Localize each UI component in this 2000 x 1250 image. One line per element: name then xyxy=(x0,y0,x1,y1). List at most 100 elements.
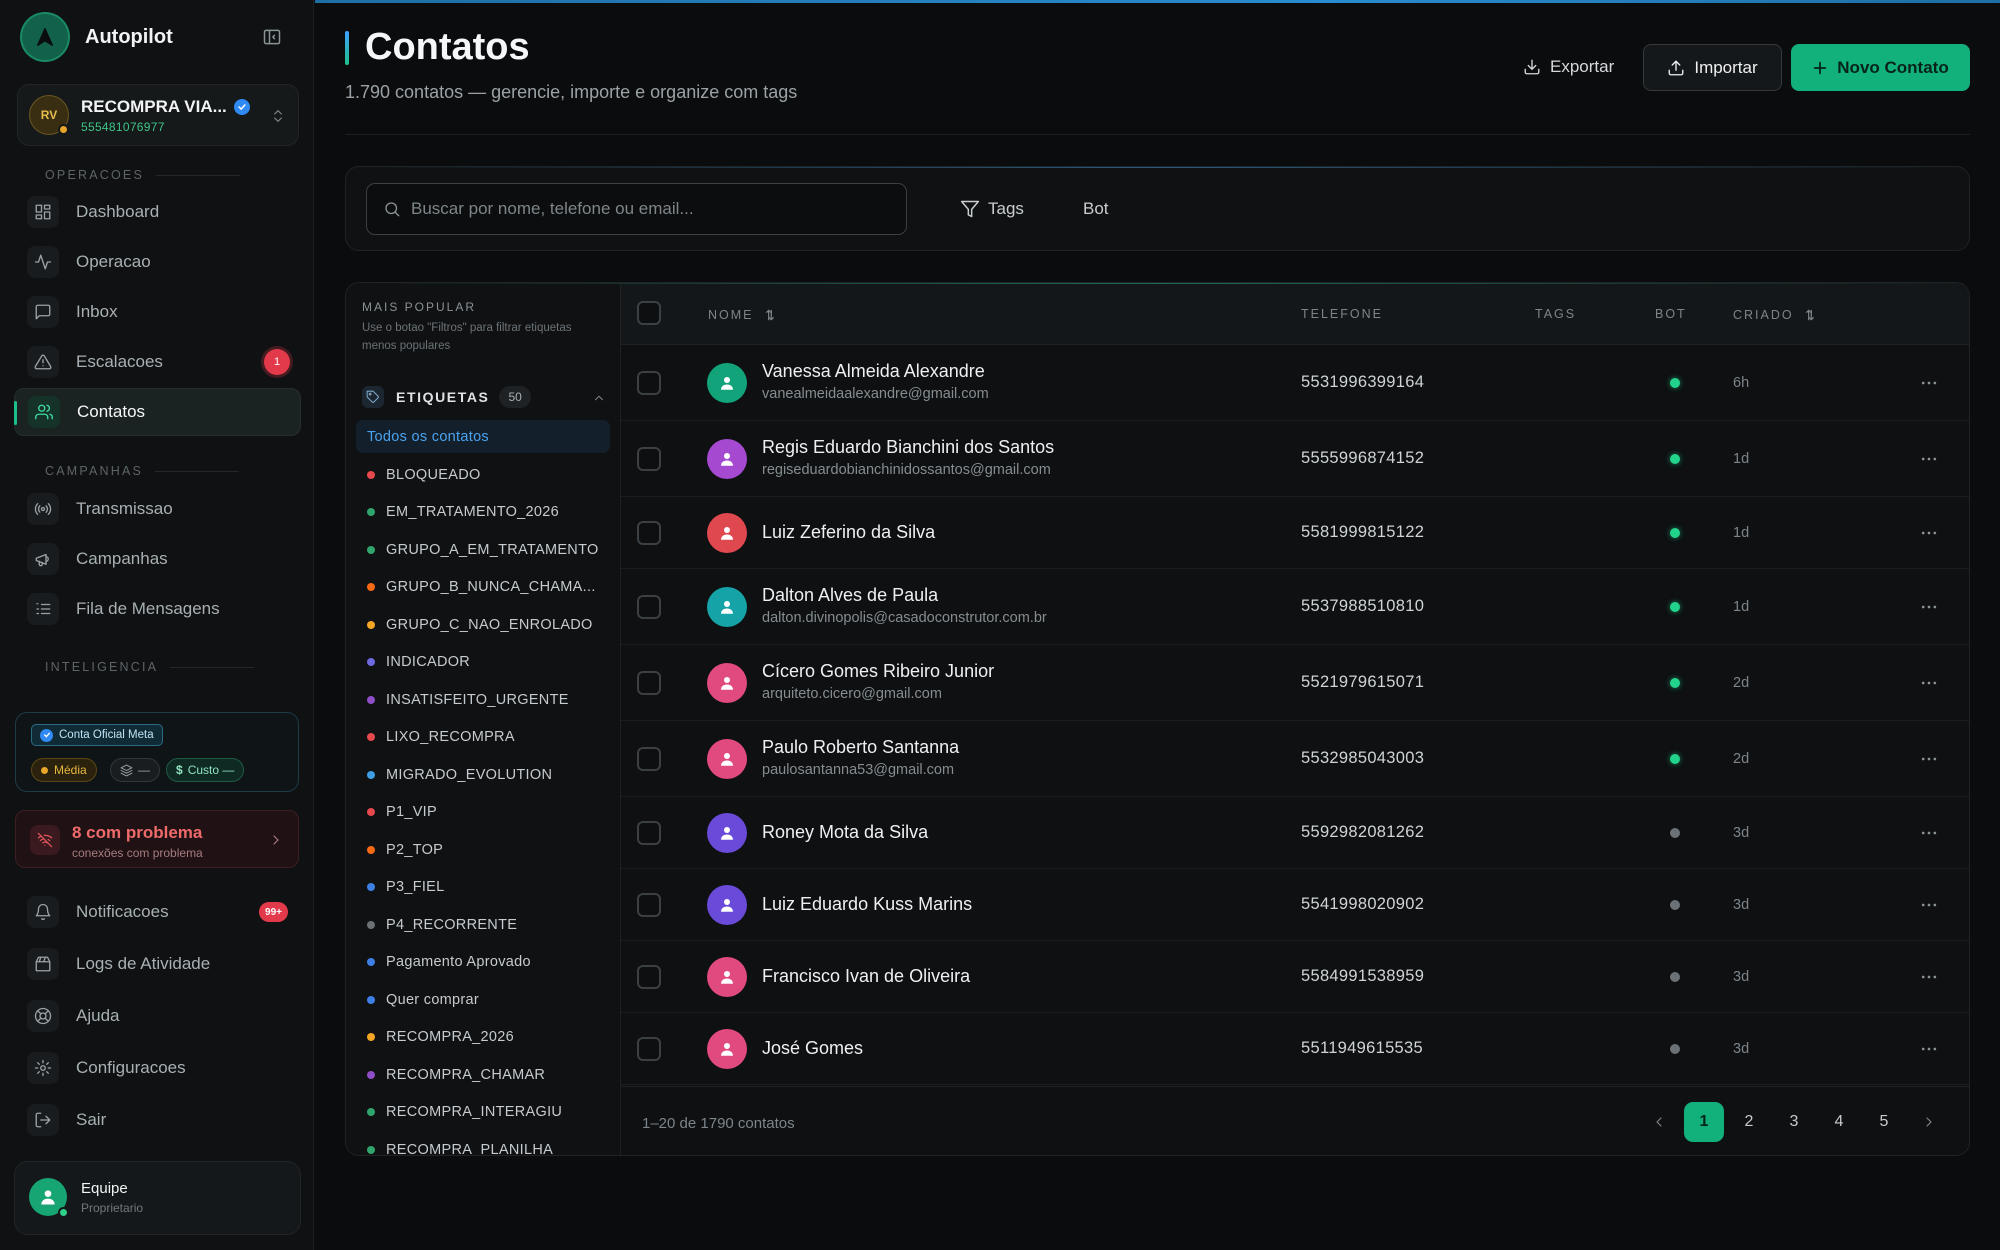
tag-item[interactable]: RECOMPRA_CHAMAR xyxy=(356,1056,610,1094)
tag-all-contacts[interactable]: Todos os contatos xyxy=(356,420,610,453)
escalacoes-badge: 1 xyxy=(264,349,290,375)
nav-dashboard[interactable]: Dashboard xyxy=(14,188,301,236)
nav-contatos[interactable]: Contatos xyxy=(14,388,301,436)
search-input[interactable] xyxy=(411,199,871,219)
nav-escalacoes[interactable]: Escalacoes 1 xyxy=(14,338,301,386)
row-checkbox[interactable] xyxy=(637,1037,661,1061)
contact-name[interactable]: Vanessa Almeida Alexandre xyxy=(762,361,985,382)
contact-name[interactable]: Luiz Zeferino da Silva xyxy=(762,522,935,543)
row-checkbox[interactable] xyxy=(637,521,661,545)
prev-page-button[interactable] xyxy=(1639,1102,1679,1142)
more-options-icon[interactable] xyxy=(1919,449,1939,469)
bot-filter-button[interactable]: Bot xyxy=(1083,193,1109,225)
table-row[interactable]: Roney Mota da Silva 5592982081262 3d xyxy=(621,797,1969,869)
table-row[interactable]: Francisco Ivan de Oliveira 5584991538959 3… xyxy=(621,941,1969,1013)
tag-item[interactable]: GRUPO_C_NAO_ENROLADO xyxy=(356,606,610,644)
col-name-header[interactable]: NOME xyxy=(708,307,778,323)
nav-logs[interactable]: Logs de Atividade xyxy=(14,940,301,988)
tag-item[interactable]: GRUPO_B_NUNCA_CHAMA... xyxy=(356,569,610,607)
row-checkbox[interactable] xyxy=(637,447,661,471)
account-switcher[interactable]: RV RECOMPRA VIA... 555481076977 xyxy=(17,84,299,146)
row-checkbox[interactable] xyxy=(637,965,661,989)
etiquetas-header[interactable]: ETIQUETAS 50 xyxy=(362,382,606,412)
tag-item[interactable]: MIGRADO_EVOLUTION xyxy=(356,756,610,794)
contact-name[interactable]: Regis Eduardo Bianchini dos Santos xyxy=(762,437,1054,458)
more-options-icon[interactable] xyxy=(1919,523,1939,543)
table-row[interactable]: Cícero Gomes Ribeiro Junior arquiteto.cic… xyxy=(621,645,1969,721)
tag-item[interactable]: P3_FIEL xyxy=(356,869,610,907)
row-checkbox[interactable] xyxy=(637,371,661,395)
export-button[interactable]: Exportar xyxy=(1508,45,1629,89)
table-row[interactable]: Vanessa Almeida Alexandre vanealmeidaalex… xyxy=(621,345,1969,421)
tag-item[interactable]: P2_TOP xyxy=(356,831,610,869)
tag-item[interactable]: P1_VIP xyxy=(356,794,610,832)
nav-inbox[interactable]: Inbox xyxy=(14,288,301,336)
brand[interactable]: Autopilot xyxy=(22,14,173,60)
row-checkbox[interactable] xyxy=(637,821,661,845)
tag-item[interactable]: RECOMPRA_2026 xyxy=(356,1019,610,1057)
more-options-icon[interactable] xyxy=(1919,597,1939,617)
results-count: 1–20 de 1790 contatos xyxy=(642,1115,795,1132)
more-options-icon[interactable] xyxy=(1919,673,1939,693)
tags-filter-button[interactable]: Tags xyxy=(960,193,1024,225)
tag-item[interactable]: BLOQUEADO xyxy=(356,456,610,494)
page-button[interactable]: 1 xyxy=(1684,1102,1724,1142)
table-row[interactable]: Luiz Zeferino da Silva 5581999815122 1d xyxy=(621,497,1969,569)
next-page-button[interactable] xyxy=(1909,1102,1949,1142)
contact-name[interactable]: Dalton Alves de Paula xyxy=(762,585,938,606)
page-button[interactable]: 4 xyxy=(1819,1102,1859,1142)
table-row[interactable]: José Gomes 5511949615535 3d xyxy=(621,1013,1969,1085)
table-row[interactable]: Regis Eduardo Bianchini dos Santos regise… xyxy=(621,421,1969,497)
import-button[interactable]: Importar xyxy=(1643,44,1782,91)
table-row[interactable]: Dalton Alves de Paula dalton.divinopolis@… xyxy=(621,569,1969,645)
page-button[interactable]: 3 xyxy=(1774,1102,1814,1142)
tag-item[interactable]: P4_RECORRENTE xyxy=(356,906,610,944)
contact-name[interactable]: Cícero Gomes Ribeiro Junior xyxy=(762,661,994,682)
tag-item[interactable]: INSATISFEITO_URGENTE xyxy=(356,681,610,719)
tag-item[interactable]: EM_TRATAMENTO_2026 xyxy=(356,494,610,532)
select-all-checkbox[interactable] xyxy=(637,301,661,325)
tag-item[interactable]: Pagamento Aprovado xyxy=(356,944,610,982)
contact-name[interactable]: José Gomes xyxy=(762,1038,863,1059)
tag-item[interactable]: LIXO_RECOMPRA xyxy=(356,719,610,757)
tag-item[interactable]: Quer comprar xyxy=(356,981,610,1019)
more-options-icon[interactable] xyxy=(1919,895,1939,915)
team-profile[interactable]: Equipe Proprietario xyxy=(14,1161,301,1235)
row-checkbox[interactable] xyxy=(637,671,661,695)
nav-notificacoes[interactable]: Notificacoes 99+ xyxy=(14,888,301,936)
new-contact-button[interactable]: Novo Contato xyxy=(1791,44,1970,91)
contact-name[interactable]: Francisco Ivan de Oliveira xyxy=(762,966,970,987)
contact-name[interactable]: Paulo Roberto Santanna xyxy=(762,737,959,758)
row-checkbox[interactable] xyxy=(637,747,661,771)
tag-item[interactable]: RECOMPRA_INTERAGIU xyxy=(356,1094,610,1132)
nav-fila[interactable]: Fila de Mensagens xyxy=(14,585,301,633)
nav-operacao[interactable]: Operacao xyxy=(14,238,301,286)
table-row[interactable]: Paulo Roberto Santanna paulosantanna53@gm… xyxy=(621,721,1969,797)
tag-label: RECOMPRA_2026 xyxy=(386,1029,515,1046)
col-created-header[interactable]: CRIADO xyxy=(1733,307,1818,323)
page-button[interactable]: 5 xyxy=(1864,1102,1904,1142)
more-options-icon[interactable] xyxy=(1919,373,1939,393)
table-row[interactable]: Luiz Eduardo Kuss Marins 5541998020902 3d xyxy=(621,869,1969,941)
connection-problems-card[interactable]: 8 com problema conexões com problema xyxy=(15,810,299,868)
contact-name[interactable]: Luiz Eduardo Kuss Marins xyxy=(762,894,972,915)
nav-sair[interactable]: Sair xyxy=(14,1096,301,1144)
page-button[interactable]: 2 xyxy=(1729,1102,1769,1142)
row-checkbox[interactable] xyxy=(637,595,661,619)
nav-transmissao[interactable]: Transmissao xyxy=(14,485,301,533)
search-box[interactable] xyxy=(366,183,907,235)
collapse-sidebar-icon[interactable] xyxy=(262,27,282,47)
nav-ajuda[interactable]: Ajuda xyxy=(14,992,301,1040)
tag-item[interactable]: INDICADOR xyxy=(356,644,610,682)
nav-configuracoes[interactable]: Configuracoes xyxy=(14,1044,301,1092)
more-options-icon[interactable] xyxy=(1919,967,1939,987)
row-checkbox[interactable] xyxy=(637,893,661,917)
more-options-icon[interactable] xyxy=(1919,749,1939,769)
contact-name[interactable]: Roney Mota da Silva xyxy=(762,822,928,843)
more-options-icon[interactable] xyxy=(1919,1039,1939,1059)
meta-account-card[interactable]: Conta Oficial Meta Média — $ Custo — xyxy=(15,712,299,792)
tag-item[interactable]: RECOMPRA_PLANILHA xyxy=(356,1131,610,1155)
more-options-icon[interactable] xyxy=(1919,823,1939,843)
tag-item[interactable]: GRUPO_A_EM_TRATAMENTO xyxy=(356,531,610,569)
nav-campanhas[interactable]: Campanhas xyxy=(14,535,301,583)
